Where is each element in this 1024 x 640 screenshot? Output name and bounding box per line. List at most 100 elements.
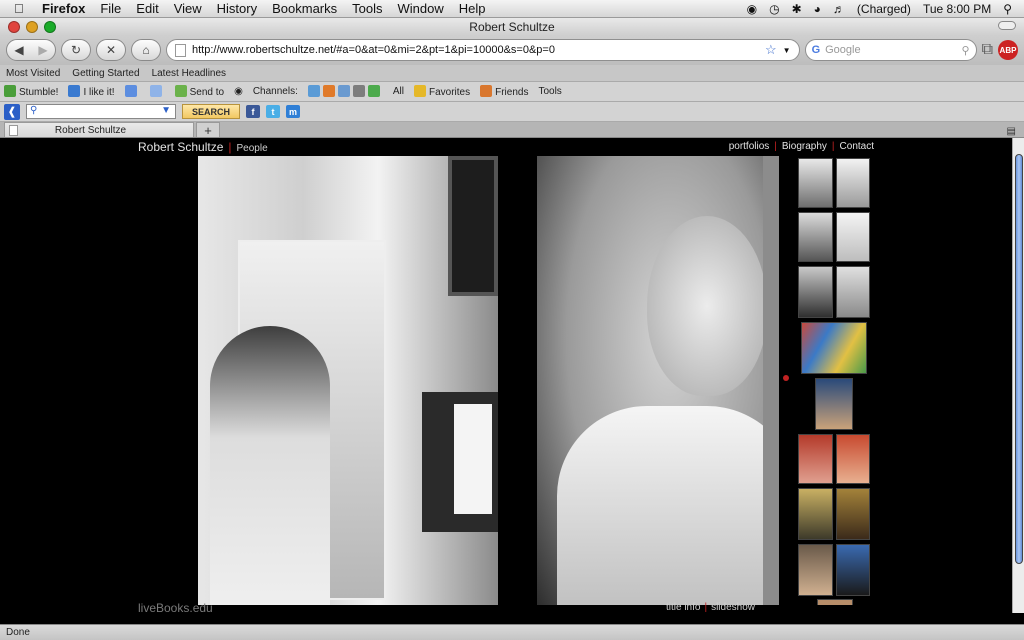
friends-button[interactable]: Friends: [480, 85, 528, 98]
thumbnail[interactable]: [836, 488, 870, 540]
site-name[interactable]: Robert Schultze: [138, 140, 223, 154]
picture-frame: [448, 156, 498, 296]
dislike-button[interactable]: [124, 85, 140, 98]
like-button[interactable]: I like it!: [68, 85, 115, 98]
thumbnail[interactable]: [798, 158, 833, 208]
bookmark-star-icon[interactable]: ☆: [765, 42, 777, 58]
zoom-window-button[interactable]: [44, 20, 56, 33]
apple-menu-icon[interactable]: : [14, 1, 28, 16]
bookmark-most-visited[interactable]: Most Visited: [6, 68, 60, 79]
gallery-section[interactable]: People: [237, 143, 268, 154]
forward-icon[interactable]: ▶: [31, 43, 55, 57]
photo-icon[interactable]: [337, 85, 350, 97]
spotlight-icon[interactable]: ⚲: [1003, 2, 1012, 16]
stumble-tools-menu[interactable]: Tools: [538, 86, 561, 97]
bookmark-latest-headlines[interactable]: Latest Headlines: [152, 68, 227, 79]
comment-icon[interactable]: ◉: [234, 86, 243, 97]
thumbnail[interactable]: [817, 599, 853, 605]
news-icon[interactable]: [367, 85, 380, 97]
facebook-icon[interactable]: f: [246, 105, 261, 118]
back-icon[interactable]: ◀: [7, 43, 31, 57]
nav-biography[interactable]: Biography: [782, 141, 827, 152]
title-info-link[interactable]: title info: [666, 602, 700, 613]
new-tab-button[interactable]: +: [196, 122, 220, 138]
stop-button[interactable]: ✕: [96, 39, 126, 61]
bookmark-getting-started[interactable]: Getting Started: [72, 68, 139, 79]
footer-brand[interactable]: liveBooks.edu: [138, 601, 213, 613]
battery-status[interactable]: (Charged): [857, 2, 911, 16]
favorites-button[interactable]: Favorites: [413, 85, 470, 98]
thumbnail[interactable]: [836, 434, 870, 484]
adblock-icon[interactable]: ABP: [998, 40, 1018, 60]
thumbnail[interactable]: [836, 158, 870, 208]
menu-edit[interactable]: Edit: [136, 1, 158, 16]
toolbar-search-input[interactable]: ⚲ ▼: [26, 104, 176, 119]
channels-label: Channels:: [252, 86, 298, 97]
url-bar[interactable]: http://www.robertschultze.net/#a=0&at=0&…: [166, 39, 800, 61]
tag-button[interactable]: [149, 85, 165, 98]
search-placeholder[interactable]: Google: [825, 44, 956, 56]
list-all-tabs-icon[interactable]: ▤: [1007, 126, 1016, 137]
url-text[interactable]: http://www.robertschultze.net/#a=0&at=0&…: [192, 44, 759, 56]
myspace-icon[interactable]: m: [286, 105, 301, 118]
reload-button[interactable]: ↻: [61, 39, 91, 61]
menu-app[interactable]: Firefox: [42, 1, 85, 16]
toolbar-search-button[interactable]: SEARCH: [182, 104, 241, 119]
menu-view[interactable]: View: [174, 1, 202, 16]
window-titlebar: Robert Schultze: [0, 18, 1024, 35]
nav-portfolios[interactable]: portfolios: [729, 141, 770, 152]
stumble-button[interactable]: Stumble!: [4, 85, 58, 98]
globe-icon[interactable]: [307, 85, 320, 97]
footer-links: title info | slideshow: [666, 602, 755, 613]
toolbar-logo-icon[interactable]: ❰: [4, 103, 20, 120]
tab-robert-schultze[interactable]: Robert Schultze: [4, 122, 194, 137]
thumbnail[interactable]: [798, 266, 833, 318]
thumbnail[interactable]: [836, 212, 870, 262]
twitter-icon[interactable]: t: [266, 105, 281, 118]
time-machine-icon[interactable]: ◷: [769, 2, 779, 16]
tab-overview-icon[interactable]: ⧉: [982, 41, 993, 59]
reload-icon: ↻: [70, 43, 82, 57]
menu-bookmarks[interactable]: Bookmarks: [272, 1, 337, 16]
thumbnail[interactable]: [798, 488, 833, 540]
scrollbar-thumb[interactable]: [1015, 154, 1023, 564]
photo-portrait-mustache[interactable]: [537, 156, 779, 605]
home-button[interactable]: ⌂: [131, 39, 161, 61]
close-window-button[interactable]: [8, 20, 20, 33]
thumbnail[interactable]: [836, 544, 870, 596]
quicksilver-icon[interactable]: ◉: [747, 2, 757, 16]
photo-mirror-scene[interactable]: [198, 156, 498, 605]
thumbnail[interactable]: [801, 322, 867, 374]
video-icon[interactable]: [352, 85, 365, 97]
nav-contact[interactable]: Contact: [840, 141, 874, 152]
menu-window[interactable]: Window: [398, 1, 444, 16]
dropdown-icon[interactable]: ▼: [161, 105, 171, 118]
volume-icon[interactable]: ♬: [833, 2, 845, 16]
menu-file[interactable]: File: [100, 1, 121, 16]
vertical-scrollbar[interactable]: [1012, 138, 1024, 613]
channel-icons[interactable]: [307, 85, 383, 98]
all-channels[interactable]: All: [393, 86, 404, 97]
thumbnail[interactable]: [798, 212, 833, 262]
thumbnail[interactable]: [798, 434, 833, 484]
toolbar-toggle-button[interactable]: [998, 21, 1016, 30]
search-toolbar: ❰ ⚲ ▼ SEARCH f t m: [0, 102, 1024, 122]
send-to-button[interactable]: Send to: [174, 85, 224, 98]
page-favicon-icon: [9, 124, 18, 136]
minimize-window-button[interactable]: [26, 20, 38, 33]
slideshow-link[interactable]: slideshow: [711, 602, 755, 613]
search-box[interactable]: G Google ⚲: [804, 39, 977, 61]
menubar-clock[interactable]: Tue 8:00 PM: [923, 2, 991, 16]
menu-tools[interactable]: Tools: [352, 1, 382, 16]
search-icon[interactable]: ⚲: [962, 44, 970, 57]
bluetooth-icon[interactable]: ✱: [792, 2, 802, 16]
stumble-label: Stumble!: [19, 87, 59, 98]
people-icon[interactable]: [322, 85, 335, 97]
thumbnail[interactable]: [836, 266, 870, 318]
thumbnail[interactable]: [815, 378, 853, 430]
thumbnail[interactable]: [798, 544, 833, 596]
menu-history[interactable]: History: [217, 1, 257, 16]
url-dropdown-icon[interactable]: ▼: [783, 46, 791, 55]
menu-help[interactable]: Help: [459, 1, 486, 16]
wifi-icon[interactable]: ◕: [814, 2, 821, 16]
